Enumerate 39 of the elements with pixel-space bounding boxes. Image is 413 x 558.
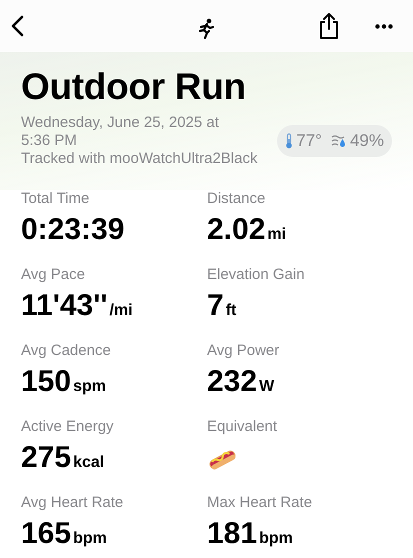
metric-label: Equivalent [207,418,278,436]
metric-value: 181 [207,516,258,552]
metric-label: Total Time [21,190,90,208]
running-figure-icon [197,18,215,40]
metric-label: Avg Cadence [21,342,112,360]
metric-label: Max Heart Rate [207,494,314,512]
temperature: 77° [296,131,322,151]
metric-unit: ft [226,302,236,320]
metric-value: 11'43'' [21,288,108,324]
metric-label: Avg Power [207,342,280,360]
metric-unit: spm [73,378,106,396]
humidity: 49% [350,131,384,151]
thermometer-icon [285,133,294,149]
workout-title: Outdoor Run [21,66,247,108]
metric-value: 275 [21,440,72,476]
metric-value: 150 [21,364,72,400]
metric-unit: W [259,378,274,396]
metric-label: Distance [207,190,266,208]
humidity-icon [330,134,347,148]
metric-unit: /mi [109,302,133,320]
metric-unit: bpm [73,530,107,548]
metric-label: Avg Pace [21,266,86,284]
workout-date: Wednesday, June 25, 2025 at [21,114,220,132]
metric-label: Elevation Gain [207,266,306,284]
metric-label: Active Energy [21,418,115,436]
metric-value: 2.02 [207,212,266,248]
metric-label: Avg Heart Rate [21,494,124,512]
more-icon[interactable] [375,24,393,28]
workout-time: 5:36 PM [21,132,78,150]
metric-unit: kcal [73,454,104,472]
back-icon[interactable] [10,15,24,37]
tracked-device: Tracked with mooWatchUltra2Black [21,150,258,168]
metric-value: 232 [207,364,258,400]
metric-value: 0:23:39 [21,212,124,248]
metric-unit: bpm [259,530,293,548]
metric-unit: mi [267,226,286,244]
metric-value: 7 [207,288,224,324]
metric-value: 165 [21,516,72,552]
share-icon[interactable] [318,12,340,40]
